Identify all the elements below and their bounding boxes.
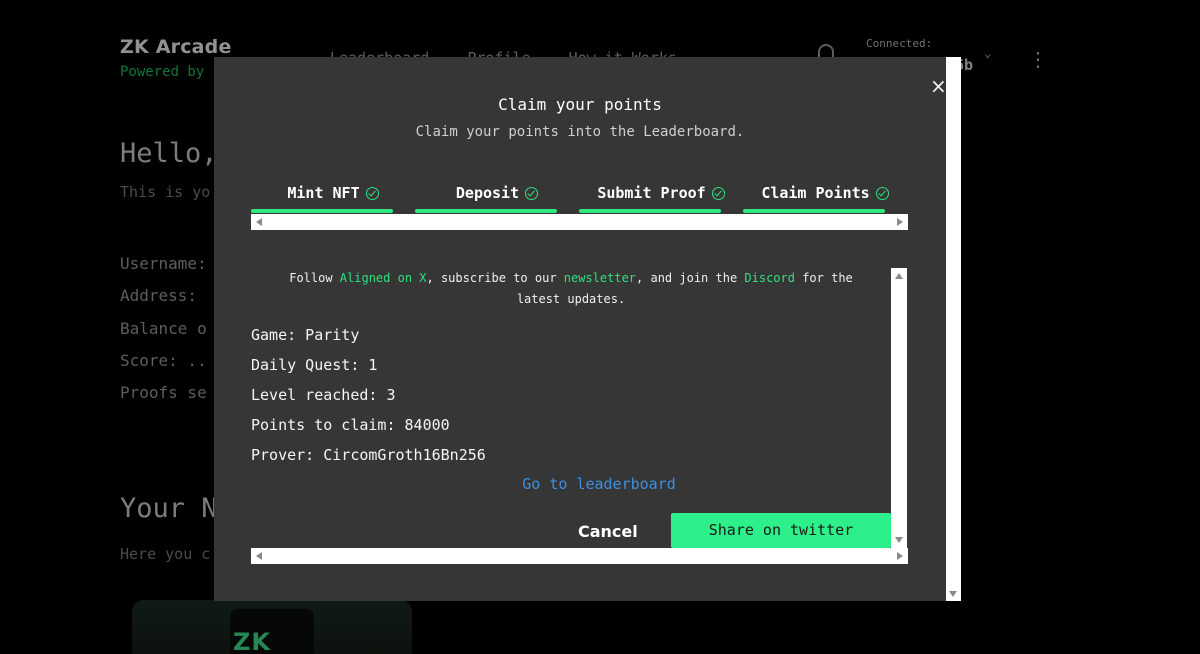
- follow-text: , subscribe to our: [426, 271, 564, 285]
- step-label: Deposit: [455, 184, 520, 202]
- scroll-down-icon[interactable]: [895, 537, 903, 543]
- modal-subtitle: Claim your points into the Leaderboard.: [415, 124, 745, 140]
- step-deposit: Deposit: [415, 183, 579, 215]
- content-scrollbar[interactable]: [891, 268, 907, 548]
- claim-details: Game: Parity Daily Quest: 1 Level reache…: [251, 320, 486, 470]
- newsletter-link[interactable]: newsletter: [564, 271, 636, 285]
- step-progress-bar: [579, 209, 721, 213]
- modal-title: Claim your points: [498, 95, 662, 114]
- scroll-left-icon[interactable]: [256, 552, 262, 560]
- step-progress-bar: [251, 209, 393, 213]
- step-mint-nft: Mint NFT: [251, 183, 415, 215]
- follow-notice: Follow Aligned on X, subscribe to our ne…: [251, 268, 891, 310]
- stepper-scrollbar[interactable]: [251, 214, 908, 230]
- scroll-up-icon[interactable]: [895, 273, 903, 279]
- content-horizontal-scrollbar[interactable]: [251, 548, 908, 564]
- scroll-right-icon[interactable]: [897, 218, 903, 226]
- modal-scrollbar[interactable]: [946, 57, 961, 601]
- step-progress-bar: [743, 209, 885, 213]
- aligned-on-x-link[interactable]: Aligned on X: [340, 271, 427, 285]
- discord-link[interactable]: Discord: [744, 271, 795, 285]
- cancel-button[interactable]: Cancel: [578, 522, 638, 541]
- close-icon[interactable]: ×: [930, 76, 947, 96]
- step-claim-points: Claim Points: [743, 183, 907, 215]
- check-circle-icon: [711, 187, 725, 200]
- game-row: Game: Parity: [251, 326, 360, 344]
- check-circle-icon: [525, 187, 539, 200]
- check-circle-icon: [875, 187, 889, 200]
- scroll-left-icon[interactable]: [256, 218, 262, 226]
- follow-text: , and join the: [636, 271, 745, 285]
- step-submit-proof: Submit Proof: [579, 183, 743, 215]
- stepper: Mint NFT Deposit Submit Proof Claim Poin…: [251, 183, 907, 215]
- check-circle-icon: [365, 187, 379, 200]
- prover-row: Prover: CircomGroth16Bn256: [251, 446, 486, 464]
- step-label: Mint NFT: [287, 184, 360, 202]
- level-row: Level reached: 3: [251, 386, 396, 404]
- step-progress-bar: [415, 209, 557, 213]
- daily-quest-row: Daily Quest: 1: [251, 356, 378, 374]
- claim-content: Follow Aligned on X, subscribe to our ne…: [251, 268, 891, 548]
- points-row: Points to claim: 84000: [251, 416, 450, 434]
- follow-text: Follow: [289, 271, 340, 285]
- step-label: Claim Points: [761, 184, 870, 202]
- scroll-right-icon[interactable]: [897, 552, 903, 560]
- share-on-twitter-button[interactable]: Share on twitter: [671, 513, 891, 548]
- go-to-leaderboard-link[interactable]: Go to leaderboard: [251, 475, 947, 493]
- step-label: Submit Proof: [597, 184, 706, 202]
